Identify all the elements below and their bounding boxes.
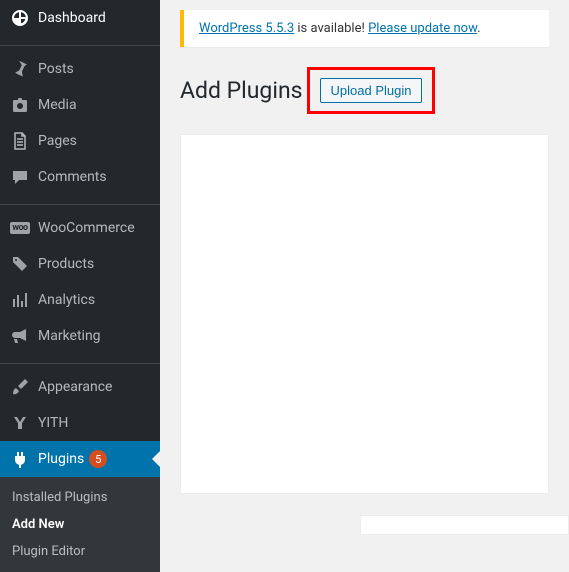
sidebar-item-posts[interactable]: Posts: [0, 51, 160, 87]
sidebar-item-label: Dashboard: [38, 10, 106, 26]
menu-separator: [0, 359, 160, 364]
sidebar-item-yith[interactable]: YITH: [0, 405, 160, 441]
notice-text: is available!: [294, 21, 368, 36]
page-icon: [10, 131, 30, 151]
sidebar-item-label: Appearance: [38, 379, 112, 395]
brush-icon: [10, 377, 30, 397]
sidebar-item-label: Marketing: [38, 328, 101, 344]
sidebar-item-media[interactable]: Media: [0, 87, 160, 123]
page-title: Add Plugins: [180, 77, 303, 104]
menu-separator: [0, 200, 160, 205]
wp-version-link[interactable]: WordPress 5.5.3: [199, 21, 294, 36]
sidebar-item-label: Plugins: [38, 451, 84, 467]
sidebar-item-label: Pages: [38, 133, 77, 149]
dashboard-icon: [10, 8, 30, 28]
submenu-item-add-new[interactable]: Add New: [0, 511, 160, 538]
sidebar-item-products[interactable]: Products: [0, 246, 160, 282]
media-icon: [10, 95, 30, 115]
sidebar-item-marketing[interactable]: Marketing: [0, 318, 160, 354]
products-icon: [10, 254, 30, 274]
sidebar-item-appearance[interactable]: Appearance: [0, 369, 160, 405]
update-now-link[interactable]: Please update now: [368, 21, 477, 36]
notice-suffix: .: [477, 21, 480, 36]
sidebar-item-label: Comments: [38, 169, 107, 185]
comment-icon: [10, 167, 30, 187]
submenu-item-installed-plugins[interactable]: Installed Plugins: [0, 484, 160, 511]
sidebar-item-label: Posts: [38, 61, 74, 77]
update-badge: 5: [89, 450, 107, 468]
upload-plugin-button[interactable]: Upload Plugin: [320, 78, 423, 103]
menu-separator: [0, 41, 160, 46]
analytics-icon: [10, 290, 30, 310]
pin-icon: [10, 59, 30, 79]
sidebar-item-plugins[interactable]: Plugins 5: [0, 441, 160, 477]
sidebar-item-label: Products: [38, 256, 94, 272]
highlight-box: Upload Plugin: [307, 67, 436, 114]
woocommerce-icon: woo: [10, 218, 30, 238]
submenu-item-plugin-editor[interactable]: Plugin Editor: [0, 538, 160, 565]
update-notice: WordPress 5.5.3 is available! Please upd…: [180, 10, 549, 47]
main-content: WordPress 5.5.3 is available! Please upd…: [160, 0, 569, 541]
sidebar-item-comments[interactable]: Comments: [0, 159, 160, 195]
sidebar-item-analytics[interactable]: Analytics: [0, 282, 160, 318]
plugins-submenu: Installed Plugins Add New Plugin Editor: [0, 477, 160, 572]
content-panel: [180, 134, 549, 494]
yith-icon: [10, 413, 30, 433]
megaphone-icon: [10, 326, 30, 346]
sidebar-item-dashboard[interactable]: Dashboard: [0, 0, 160, 36]
sidebar-item-label: Media: [38, 97, 77, 113]
sidebar-item-label: WooCommerce: [38, 220, 135, 236]
sidebar-item-pages[interactable]: Pages: [0, 123, 160, 159]
sidebar-item-woocommerce[interactable]: woo WooCommerce: [0, 210, 160, 246]
plugin-icon: [10, 449, 30, 469]
sidebar-item-label: Analytics: [38, 292, 95, 308]
sidebar-item-label: YITH: [38, 415, 68, 431]
bottom-panel: [360, 515, 569, 535]
admin-sidebar: Dashboard Posts Media Pages Comments woo…: [0, 0, 160, 541]
